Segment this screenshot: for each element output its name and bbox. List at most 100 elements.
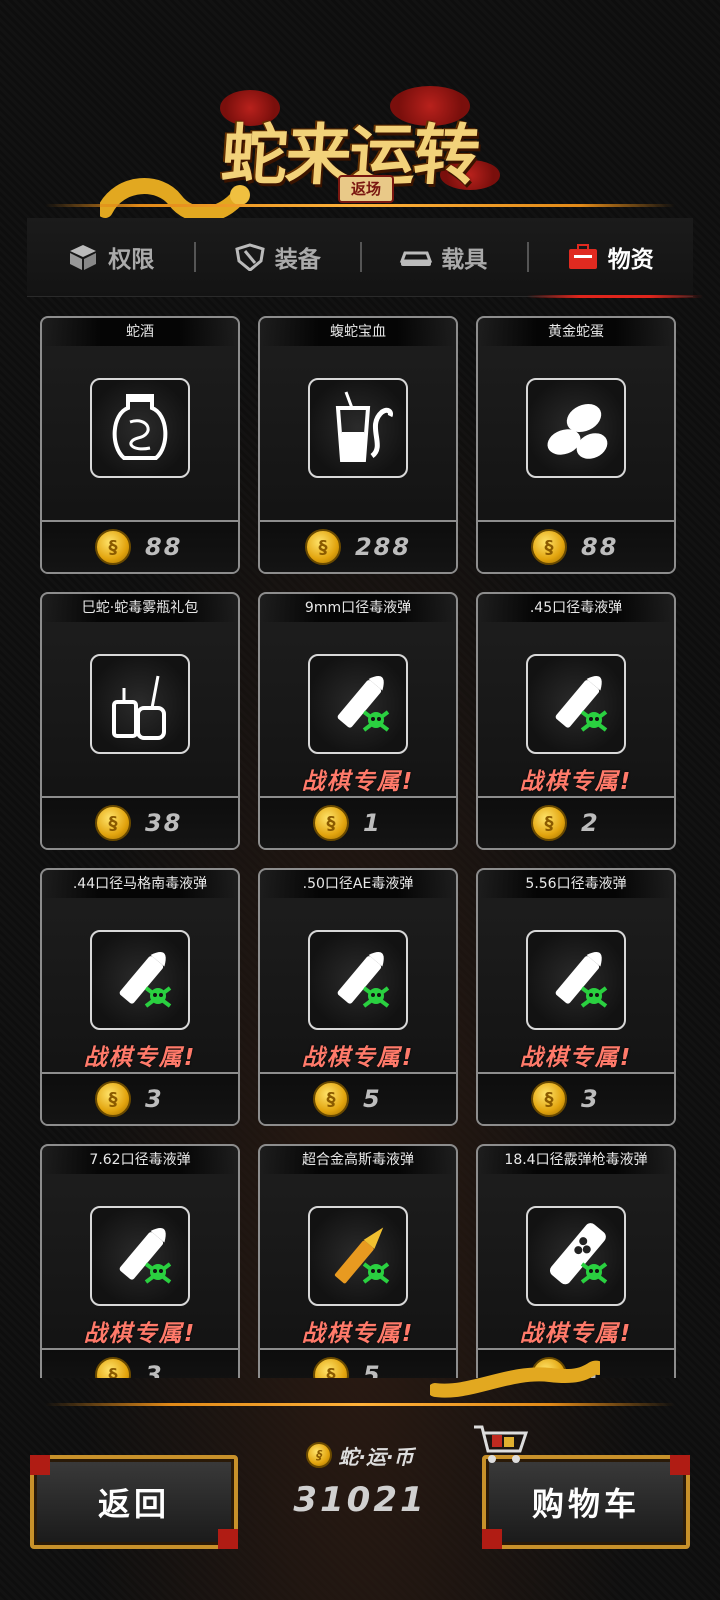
exclusive-tag: 战棋专属! [519, 1045, 633, 1071]
divider [45, 204, 675, 207]
item-price: 5 [363, 1085, 382, 1113]
snake-coin-icon: § [313, 1081, 349, 1117]
item-name: 蛇酒 [42, 318, 238, 346]
snake-coin-icon: § [95, 529, 131, 565]
snake-coin-icon: § [531, 805, 567, 841]
snake-coin-icon: § [304, 529, 341, 565]
item-icon-frame [308, 378, 408, 478]
tab-label: 装备 [274, 247, 321, 273]
currency-balance: 31021 [293, 1480, 427, 1520]
golden-eggs-icon [547, 403, 608, 459]
item-card[interactable]: 蝮蛇宝血 § 288 [258, 316, 458, 574]
item-icon-frame [526, 1206, 626, 1306]
item-name: .50口径AE毒液弹 [260, 870, 456, 898]
item-name: 蝮蛇宝血 [260, 318, 456, 346]
bullet-762-icon [119, 1228, 172, 1284]
shotgun-shell-icon [549, 1223, 608, 1285]
price-bar: § 3 [42, 1348, 238, 1378]
item-name: 7.62口径毒液弹 [42, 1146, 238, 1174]
bullet-556-icon [555, 952, 608, 1008]
item-price: 2 [581, 809, 600, 837]
exclusive-tag: 战棋专属! [519, 769, 633, 795]
exclusive-tag: 战棋专属! [83, 1045, 197, 1071]
cart-button[interactable]: 购物车 [474, 1425, 690, 1549]
event-banner: 蛇来运转 返场 [0, 80, 720, 223]
tab-supplies[interactable]: 物资 [526, 218, 703, 298]
price-bar: § 3 [478, 1072, 674, 1124]
gauss-bullet-icon [334, 1227, 390, 1284]
snake-wine-jar-icon [112, 394, 168, 460]
corner-ornament [218, 1529, 238, 1549]
corner-ornament [30, 1455, 50, 1475]
price-bar: § 38 [42, 796, 238, 848]
item-card[interactable]: .44口径马格南毒液弹 战棋专属! § 3 [40, 868, 240, 1126]
item-price: 88 [581, 533, 619, 561]
item-grid-scroll[interactable]: 蛇酒 § 88 蝮蛇宝血 § 288 黄金蛇蛋 § 88 巳蛇·蛇毒雾瓶礼包 § 38 9mm口径毒液弹… [27, 306, 693, 1378]
item-icon-frame [308, 930, 408, 1030]
item-card[interactable]: 7.62口径毒液弹 战棋专属! § 3 [40, 1144, 240, 1378]
shield-icon [235, 243, 265, 271]
price-bar: § 5 [260, 1348, 456, 1378]
item-icon-frame [90, 378, 190, 478]
item-price: 3 [145, 1361, 164, 1378]
item-price: 38 [145, 809, 183, 837]
bullet-44-icon [119, 952, 172, 1008]
item-icon-frame [308, 1206, 408, 1306]
item-card[interactable]: 巳蛇·蛇毒雾瓶礼包 § 38 [40, 592, 240, 850]
exclusive-tag: 战棋专属! [301, 769, 415, 795]
supply-box-icon [568, 244, 597, 269]
shopping-cart-icon [474, 1425, 529, 1463]
tab-permissions[interactable]: 权限 [27, 218, 194, 296]
exclusive-tag: 战棋专属! [301, 1045, 415, 1071]
item-card[interactable]: 5.56口径毒液弹 战棋专属! § 3 [476, 868, 676, 1126]
exclusive-tag: 战棋专属! [519, 1321, 633, 1347]
item-card[interactable]: 9mm口径毒液弹 战棋专属! § 1 [258, 592, 458, 850]
snake-coin-icon: § [306, 1442, 333, 1468]
item-icon-frame [90, 1206, 190, 1306]
car-icon [400, 251, 433, 266]
item-card[interactable]: 蛇酒 § 88 [40, 316, 240, 574]
item-card[interactable]: 18.4口径霰弹枪毒液弹 战棋专属! § 5 [476, 1144, 676, 1378]
bullet-50ae-icon [337, 952, 390, 1008]
item-name: 黄金蛇蛋 [478, 318, 674, 346]
item-price: 3 [145, 1085, 164, 1113]
price-bar: § 5 [260, 1072, 456, 1124]
item-grid: 蛇酒 § 88 蝮蛇宝血 § 288 黄金蛇蛋 § 88 巳蛇·蛇毒雾瓶礼包 § 38 9mm口径毒液弹… [40, 316, 676, 1378]
snake-coin-icon: § [95, 1081, 131, 1117]
tab-label: 载具 [441, 247, 488, 273]
golden-snake-tail-icon [430, 1360, 600, 1398]
item-name: 5.56口径毒液弹 [478, 870, 674, 898]
back-button[interactable]: 返回 [30, 1455, 238, 1549]
tab-equipment[interactable]: 装备 [193, 218, 361, 296]
item-card[interactable]: 黄金蛇蛋 § 88 [476, 316, 676, 574]
item-icon-frame [526, 378, 626, 478]
snake-coin-icon: § [531, 1081, 567, 1117]
event-subtitle: 返场 [338, 175, 394, 203]
item-card[interactable]: .50口径AE毒液弹 战棋专属! § 5 [258, 868, 458, 1126]
snake-blood-cup-icon [335, 391, 393, 462]
item-price: 3 [581, 1085, 600, 1113]
price-bar: § 3 [42, 1072, 238, 1124]
snake-coin-icon: § [95, 805, 131, 841]
item-name: .44口径马格南毒液弹 [42, 870, 238, 898]
price-bar: § 1 [260, 796, 456, 848]
price-bar: § 288 [260, 520, 456, 572]
corner-ornament [482, 1529, 502, 1549]
price-bar: § 88 [478, 520, 674, 572]
item-name: 9mm口径毒液弹 [260, 594, 456, 622]
item-name: 超合金高斯毒液弹 [260, 1146, 456, 1174]
currency-label: 蛇·运·币 [338, 1444, 414, 1469]
tab-vehicles[interactable]: 载具 [360, 218, 527, 296]
price-bar: § 88 [42, 520, 238, 572]
back-button-label: 返回 [97, 1485, 170, 1523]
item-icon-frame [90, 930, 190, 1030]
item-card[interactable]: .45口径毒液弹 战棋专属! § 2 [476, 592, 676, 850]
poison-bottle-pack-icon [112, 675, 166, 740]
cart-button-label: 购物车 [531, 1485, 640, 1523]
snake-coin-icon: § [531, 529, 567, 565]
box-icon [70, 245, 97, 270]
item-icon-frame [90, 654, 190, 754]
item-card[interactable]: 超合金高斯毒液弹 战棋专属! § 5 [258, 1144, 458, 1378]
item-price: 288 [354, 533, 412, 561]
price-bar: § 2 [478, 796, 674, 848]
